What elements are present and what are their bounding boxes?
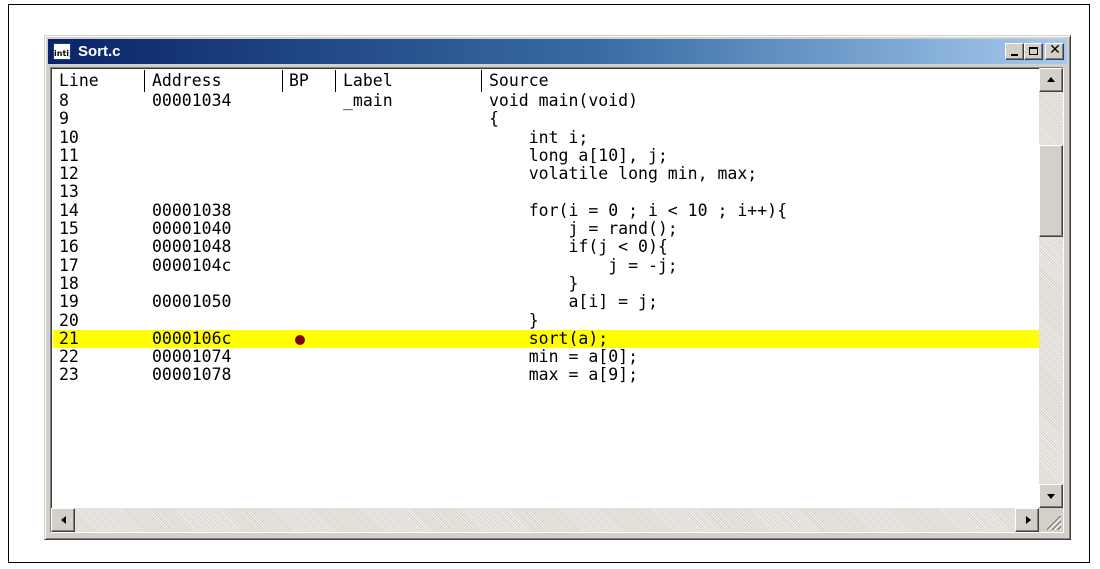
breakpoint-icon[interactable]: [295, 334, 305, 345]
source-code: j = -j;: [489, 255, 678, 275]
line-number: 17: [59, 255, 79, 275]
source-row[interactable]: 10 int i;: [53, 127, 1039, 147]
figure-frame: inti; Sort.c ✕ Line Address BP Label Sou…: [8, 4, 1090, 563]
source-row[interactable]: 15 00001040 j = rand();: [53, 219, 1039, 239]
column-header-line[interactable]: Line: [59, 71, 99, 91]
column-divider[interactable]: [144, 70, 145, 92]
line-number: 14: [59, 200, 79, 220]
line-number: 8: [59, 91, 69, 110]
column-header-source[interactable]: Source: [489, 71, 549, 91]
column-divider[interactable]: [335, 70, 336, 92]
source-row[interactable]: 13: [53, 182, 1039, 202]
address-cell: 00001040: [152, 219, 232, 239]
vertical-scrollbar[interactable]: [1039, 68, 1063, 508]
source-row[interactable]: 16 00001048 if(j < 0){: [53, 237, 1039, 257]
line-number: 16: [59, 237, 79, 257]
line-number: 13: [59, 182, 79, 202]
source-window: inti; Sort.c ✕ Line Address BP Label Sou…: [44, 35, 1071, 540]
source-row[interactable]: 23 00001078 max = a[9];: [53, 365, 1039, 385]
source-code: int i;: [489, 127, 589, 147]
line-number: 9: [59, 109, 69, 129]
source-row[interactable]: 19 00001050 a[i] = j;: [53, 292, 1039, 312]
column-header: Line Address BP Label Source: [53, 70, 1039, 92]
resize-grip-icon: [1047, 516, 1061, 530]
arrow-up-icon: [1047, 77, 1055, 82]
address-cell: 0000104c: [152, 255, 232, 275]
source-code: long a[10], j;: [489, 145, 668, 165]
source-code: a[i] = j;: [489, 292, 658, 312]
line-number: 23: [59, 365, 79, 385]
arrow-right-icon: [1026, 516, 1031, 524]
line-number: 20: [59, 310, 79, 330]
label-cell: _main: [343, 91, 393, 110]
close-button[interactable]: ✕: [1045, 42, 1064, 60]
horizontal-scrollbar[interactable]: [51, 508, 1039, 532]
close-icon: ✕: [1049, 42, 1061, 58]
source-view: Line Address BP Label Source 8 00001034 _m…: [50, 67, 1064, 533]
source-row[interactable]: 22 00001074 min = a[0];: [53, 347, 1039, 367]
code-listing[interactable]: Line Address BP Label Source 8 00001034 _m…: [53, 70, 1039, 507]
title-bar[interactable]: inti; Sort.c ✕: [48, 39, 1067, 64]
source-row[interactable]: 12 volatile long min, max;: [53, 164, 1039, 184]
source-code: for(i = 0 ; i < 10 ; i++){: [489, 200, 788, 220]
source-code: }: [489, 310, 539, 330]
address-cell: 00001034: [152, 91, 232, 110]
source-code: sort(a);: [489, 328, 609, 348]
source-row[interactable]: 17 0000104c j = -j;: [53, 255, 1039, 275]
source-row[interactable]: 14 00001038 for(i = 0 ; i < 10 ; i++){: [53, 200, 1039, 220]
arrow-left-icon: [61, 516, 66, 524]
line-number: 10: [59, 127, 79, 147]
scroll-right-button[interactable]: [1015, 508, 1039, 532]
source-rows: 8 00001034 _main void main(void) 9{10 int i;…: [53, 91, 1039, 385]
scroll-up-button[interactable]: [1039, 68, 1063, 92]
source-code: {: [489, 109, 499, 129]
minimize-icon: [1011, 54, 1018, 56]
line-number: 11: [59, 145, 79, 165]
column-header-label[interactable]: Label: [343, 71, 393, 91]
maximize-icon: [1029, 47, 1038, 55]
source-row-current[interactable]: 21 0000106c sort(a);: [53, 328, 1039, 349]
source-code: void main(void): [489, 91, 639, 110]
window-title: Sort.c: [78, 43, 121, 60]
line-number: 21: [59, 328, 79, 348]
address-cell: 00001050: [152, 292, 232, 312]
address-cell: 00001074: [152, 347, 232, 367]
source-row[interactable]: 11 long a[10], j;: [53, 145, 1039, 165]
source-code: max = a[9];: [489, 365, 639, 385]
document-icon: inti;: [53, 43, 71, 60]
address-cell: 00001048: [152, 237, 232, 257]
source-row[interactable]: 9{: [53, 109, 1039, 129]
line-number: 19: [59, 292, 79, 312]
source-row[interactable]: 20 }: [53, 310, 1039, 330]
source-code: }: [489, 273, 579, 293]
address-cell: 00001078: [152, 365, 232, 385]
scroll-left-button[interactable]: [51, 508, 75, 532]
address-cell: 00001038: [152, 200, 232, 220]
minimize-button[interactable]: [1005, 43, 1024, 60]
column-header-address[interactable]: Address: [152, 71, 222, 91]
arrow-down-icon: [1047, 494, 1055, 499]
line-number: 12: [59, 164, 79, 184]
vertical-scroll-thumb[interactable]: [1039, 145, 1063, 237]
source-code: volatile long min, max;: [489, 164, 758, 184]
column-header-bp[interactable]: BP: [289, 71, 309, 91]
address-cell: 0000106c: [152, 328, 232, 348]
line-number: 15: [59, 219, 79, 239]
source-code: j = rand();: [489, 219, 678, 239]
maximize-button[interactable]: [1024, 43, 1043, 60]
source-row[interactable]: 8 00001034 _main void main(void): [53, 91, 1039, 110]
line-number: 22: [59, 347, 79, 367]
source-code: min = a[0];: [489, 347, 639, 367]
scroll-down-button[interactable]: [1039, 484, 1063, 508]
source-row[interactable]: 18 }: [53, 273, 1039, 293]
column-divider[interactable]: [282, 70, 283, 92]
column-divider[interactable]: [481, 70, 482, 92]
resize-grip[interactable]: [1039, 508, 1063, 532]
line-number: 18: [59, 273, 79, 293]
source-code: if(j < 0){: [489, 237, 668, 257]
